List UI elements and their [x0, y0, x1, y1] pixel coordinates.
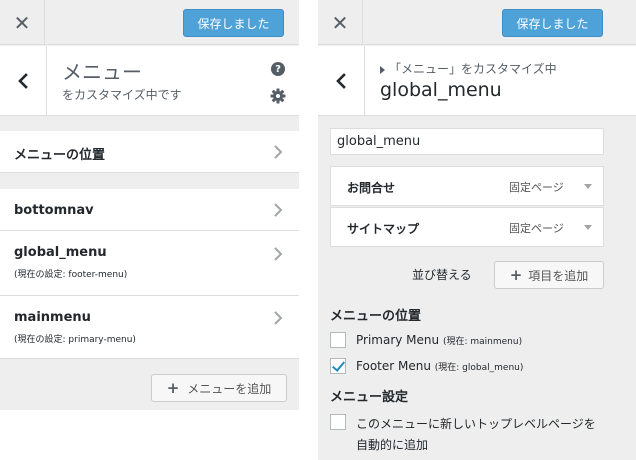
gear-icon[interactable] — [270, 88, 286, 104]
chevron-right-icon — [274, 203, 283, 217]
location-label: Footer Menu (現在: global_menu) — [356, 358, 523, 377]
item-type: 固定ページ — [509, 222, 564, 235]
settings-title: メニュー設定 — [330, 390, 409, 405]
left-topbar: ✕ 保存しました — [0, 0, 299, 45]
help-icon[interactable]: ? — [271, 62, 285, 76]
item-title: サイトマップ — [347, 222, 420, 236]
location-primary[interactable]: Primary Menu (現在: mainmenu) — [330, 332, 522, 351]
caret-down-icon[interactable] — [584, 184, 592, 189]
auto-add-label: このメニューに新しいトップレベルページを自動的に追加 — [356, 417, 596, 452]
menu-item-contact[interactable]: お問合せ 固定ページ — [330, 166, 604, 206]
close-icon[interactable]: ✕ — [0, 0, 45, 45]
breadcrumb-text: 「メニュー」をカスタマイズ中 — [389, 62, 557, 76]
location-label: Primary Menu (現在: mainmenu) — [356, 332, 522, 351]
reorder-link[interactable]: 並び替える — [412, 266, 472, 283]
menu-item-bottomnav[interactable]: bottomnav — [0, 189, 299, 231]
menu-locations-row[interactable]: メニューの位置 — [0, 131, 299, 173]
location-footer[interactable]: Footer Menu (現在: global_menu) — [330, 358, 523, 377]
panel-divider — [299, 0, 318, 460]
right-topbar: ✕ 保存しました — [318, 0, 636, 45]
menu-location-note: (現在の設定: footer-menu) — [14, 270, 128, 280]
back-icon[interactable] — [0, 46, 47, 116]
menu-name: mainmenu — [14, 310, 91, 325]
add-item-label: 項目を追加 — [528, 268, 589, 283]
back-icon[interactable] — [318, 46, 365, 116]
locations-title: メニューの位置 — [330, 309, 422, 324]
menu-location-note: (現在の設定: primary-menu) — [14, 335, 136, 345]
primary-checkbox[interactable] — [330, 332, 346, 348]
item-type: 固定ページ — [509, 181, 564, 194]
panel-subtitle: をカスタマイズ中です — [62, 88, 182, 102]
chevron-right-icon — [274, 247, 283, 261]
add-menu-label: メニューを追加 — [187, 381, 272, 396]
menu-name: global_menu — [14, 245, 107, 260]
item-title: お問合せ — [347, 181, 396, 195]
location-current: (現在: mainmenu) — [442, 337, 523, 347]
breadcrumb: 「メニュー」をカスタマイズ中 — [380, 60, 557, 77]
panel-title: メニュー — [62, 60, 142, 84]
close-icon[interactable]: ✕ — [318, 0, 363, 45]
add-menu-button[interactable]: + メニューを追加 — [151, 374, 287, 402]
right-header: 「メニュー」をカスタマイズ中 global_menu — [318, 46, 636, 116]
plus-icon: + — [166, 378, 180, 397]
menu-item-mainmenu[interactable]: mainmenu (現在の設定: primary-menu) — [0, 296, 299, 359]
location-name: Footer Menu — [356, 359, 431, 373]
saved-button[interactable]: 保存しました — [183, 9, 284, 37]
caret-down-icon[interactable] — [584, 225, 592, 230]
menu-edit-panel: ✕ 保存しました 「メニュー」をカスタマイズ中 global_menu glob… — [318, 0, 636, 460]
location-current: (現在: global_menu) — [434, 363, 524, 373]
menu-name-input[interactable]: global_menu — [330, 128, 604, 155]
menus-panel: ✕ 保存しました メニュー をカスタマイズ中です ? メニューの位置 botto… — [0, 0, 299, 410]
menu-locations-label: メニューの位置 — [14, 148, 106, 163]
left-header: メニュー をカスタマイズ中です ? — [0, 46, 299, 116]
location-name: Primary Menu — [356, 333, 440, 347]
chevron-right-icon — [274, 311, 283, 325]
plus-icon: + — [509, 265, 523, 284]
triangle-right-icon — [380, 65, 385, 74]
auto-add-checkbox[interactable] — [330, 414, 346, 430]
chevron-right-icon — [274, 145, 283, 159]
menu-item-global-menu[interactable]: global_menu (現在の設定: footer-menu) — [0, 231, 299, 296]
menu-name: bottomnav — [14, 203, 94, 218]
footer-checkbox[interactable] — [330, 358, 346, 374]
auto-add-option[interactable]: このメニューに新しいトップレベルページを自動的に追加 — [330, 414, 600, 456]
saved-button[interactable]: 保存しました — [502, 9, 603, 37]
menu-item-sitemap[interactable]: サイトマップ 固定ページ — [330, 207, 604, 247]
add-item-button[interactable]: + 項目を追加 — [494, 261, 604, 289]
panel-title: global_menu — [380, 79, 502, 101]
